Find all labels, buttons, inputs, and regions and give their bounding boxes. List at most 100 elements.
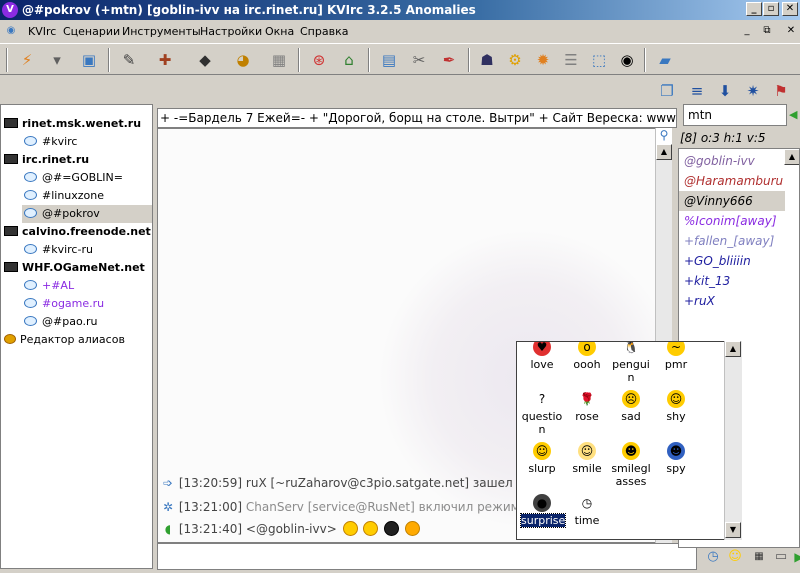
- tree-server-irc-rinet[interactable]: irc.rinet.ru: [4, 151, 89, 169]
- nick-item[interactable]: %Iconim[away]: [684, 211, 777, 231]
- log2-icon[interactable]: ☗: [474, 47, 500, 73]
- emoticon-item[interactable]: ~ pmr: [655, 342, 697, 371]
- tree-server-whf[interactable]: WHF.OGameNet.net: [4, 259, 145, 277]
- tree-channel-goblin[interactable]: @#=GOBLIN=: [24, 169, 123, 187]
- nick-item[interactable]: +kit_13: [684, 271, 730, 291]
- filter-arrow-icon[interactable]: ◀: [789, 108, 797, 121]
- nick-item[interactable]: +ruX: [684, 291, 715, 311]
- smile-emoticon-icon: [342, 521, 358, 536]
- options-icon[interactable]: ▣: [76, 47, 102, 73]
- joystick-icon[interactable]: ✚: [152, 47, 178, 73]
- emoticon-item[interactable]: 🌹 rose: [566, 390, 608, 423]
- wrench-icon[interactable]: ▤: [376, 47, 402, 73]
- emoticon-item[interactable]: ♥ love: [521, 342, 563, 371]
- window-toolbar: ❐ ≡ ⬇ ✷ ⚑: [650, 75, 800, 103]
- emoticon-icon: ☺: [533, 442, 551, 460]
- tree-channel-kvirc-ru[interactable]: #kvirc-ru: [24, 241, 93, 259]
- tree-label: #kvirc-ru: [42, 243, 93, 256]
- select-icon[interactable]: ☰: [558, 47, 584, 73]
- channel-icon: [24, 208, 37, 218]
- nick-item[interactable]: +fallen_[away]: [684, 231, 774, 251]
- tree-channel-pokrov[interactable]: @#pokrov: [22, 205, 152, 223]
- nick-filter-input[interactable]: mtn: [683, 104, 787, 126]
- tree-label: @#pao.ru: [42, 315, 98, 328]
- emoticon-icon: ☹: [622, 390, 640, 408]
- menu-settings[interactable]: Настройки: [200, 25, 262, 38]
- emoticon-item[interactable]: ☹ sad: [610, 390, 652, 423]
- alias-editor-icon: [4, 334, 16, 344]
- cascade-icon[interactable]: ❐: [654, 78, 680, 104]
- tree-channel-ogame[interactable]: #ogame.ru: [24, 295, 104, 313]
- kvirc-logo-icon: V: [2, 2, 18, 18]
- menu-windows[interactable]: Окна: [265, 25, 294, 38]
- tile-icon[interactable]: ≡: [684, 78, 710, 104]
- tree-label: calvino.freenode.net: [22, 225, 151, 238]
- emoticon-icon: o: [578, 342, 596, 356]
- log-icon[interactable]: ✒: [436, 47, 462, 73]
- emoticon-item[interactable]: ☺ shy: [655, 390, 697, 423]
- emoticon-item[interactable]: ☻ smilegl asses: [610, 442, 652, 488]
- menu-help[interactable]: Справка: [300, 25, 348, 38]
- emoticon-item[interactable]: ◷ time: [566, 494, 608, 527]
- tree-channel-al[interactable]: +#AL: [24, 277, 74, 295]
- channel-topic[interactable]: + -=Бардель 7 Ежей=- + "Дорогой, борщ на…: [157, 108, 677, 128]
- download-icon[interactable]: ⬇: [712, 78, 738, 104]
- gear-icon[interactable]: ✷: [740, 78, 766, 104]
- emoticon-item[interactable]: o oooh: [566, 342, 608, 371]
- maximize-button[interactable]: ▫: [763, 2, 779, 16]
- emoticon-icon: 🌹: [578, 390, 596, 408]
- emoticon-item[interactable]: 🐧 pengui n: [610, 342, 652, 384]
- nicklist-scroll-up-button[interactable]: ▲: [784, 149, 799, 165]
- emoticon-item[interactable]: ☻ spy: [655, 442, 697, 475]
- network-icon[interactable]: ◕: [230, 47, 256, 73]
- menu-tools[interactable]: Инструменты: [122, 25, 201, 38]
- list-icon[interactable]: ✹: [530, 47, 556, 73]
- emoticon-popup-scrollbar[interactable]: ▲ ▼: [724, 341, 742, 540]
- mdi-minimize-button[interactable]: _: [740, 24, 754, 38]
- record2-icon[interactable]: ◉: [614, 47, 640, 73]
- emoticon-item[interactable]: ☺ slurp: [521, 442, 563, 475]
- emoticon-popup: ♥ love o oooh 🐧 pengui n ~ pmr ? questio n 🌹 rose ☹ s…: [516, 341, 742, 540]
- tree-channel-kvirc[interactable]: #kvirc: [24, 133, 77, 151]
- emoticon-item[interactable]: ? questio n: [521, 390, 563, 436]
- quit-icon[interactable]: ⚑: [768, 78, 794, 104]
- tree-server-calvino[interactable]: calvino.freenode.net: [4, 223, 151, 241]
- home-icon[interactable]: ⊛: [306, 47, 332, 73]
- popup-scroll-up-button[interactable]: ▲: [725, 341, 741, 357]
- tools-icon[interactable]: ✎: [116, 47, 142, 73]
- folder-icon[interactable]: ▰: [652, 47, 678, 73]
- toolbar-separator: [468, 48, 470, 72]
- tree-channel-linuxzone[interactable]: #linuxzone: [24, 187, 104, 205]
- nick-item[interactable]: +GO_bliiiin: [684, 251, 751, 271]
- channel-icon: [24, 136, 37, 146]
- settings-icon[interactable]: ⚙: [502, 47, 528, 73]
- away-icon[interactable]: ◆: [192, 47, 218, 73]
- search-icon[interactable]: ⚲: [656, 128, 672, 144]
- menu-kvirc[interactable]: KVIrc: [28, 25, 56, 38]
- emoticon-item[interactable]: ☺ smile: [566, 442, 608, 475]
- message-input[interactable]: [157, 543, 697, 570]
- minimize-button[interactable]: _: [746, 2, 762, 16]
- menu-scripts[interactable]: Сценарии: [63, 25, 120, 38]
- nick-item[interactable]: @goblin-ivv: [684, 151, 755, 171]
- window-title: @#pokrov (+mtn) [goblin-ivv на irc.rinet…: [22, 3, 476, 17]
- identity-icon[interactable]: ⌂: [336, 47, 362, 73]
- theme-icon[interactable]: ✂: [406, 47, 432, 73]
- new-window-icon[interactable]: ▾: [44, 47, 70, 73]
- emoticon-item[interactable]: ● surprise: [519, 494, 567, 528]
- record-icon[interactable]: ⬚: [586, 47, 612, 73]
- close-button[interactable]: ✕: [782, 2, 798, 16]
- connect-icon[interactable]: ⚡: [14, 47, 40, 73]
- toolbar-separator: [298, 48, 300, 72]
- popup-scroll-down-button[interactable]: ▼: [725, 522, 741, 538]
- nick-item[interactable]: @Haramamburu: [684, 171, 783, 191]
- nick-item[interactable]: @Vinny666: [679, 191, 785, 211]
- tree-alias-editor[interactable]: Редактор алиасов: [4, 331, 125, 349]
- help-lifebuoy-icon[interactable]: ▦: [266, 47, 292, 73]
- scroll-up-button[interactable]: ▲: [656, 144, 672, 160]
- tree-channel-pao[interactable]: @#pao.ru: [24, 313, 97, 331]
- mdi-restore-button[interactable]: ⧉: [760, 24, 774, 38]
- tree-server-rinet-msk[interactable]: rinet.msk.wenet.ru: [4, 115, 141, 133]
- tree-label: irc.rinet.ru: [22, 153, 90, 166]
- mdi-close-button[interactable]: ✕: [784, 24, 798, 38]
